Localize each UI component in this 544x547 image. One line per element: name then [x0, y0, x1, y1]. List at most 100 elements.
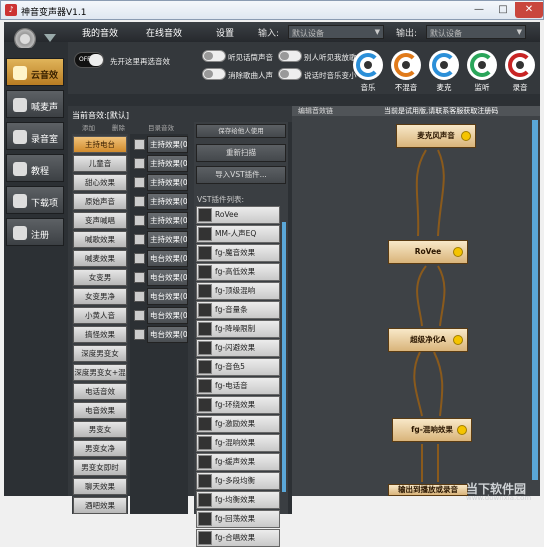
vst-plugin-item[interactable]: MM-人声EQ	[196, 225, 280, 243]
my-effect-row[interactable]: 主持效果(05)	[132, 212, 188, 229]
my-effect-row[interactable]: 电台效果(05)	[132, 326, 188, 343]
preset-item[interactable]: 深度男变女+混响	[73, 364, 127, 392]
my-effect-row[interactable]: 电台效果(03)	[132, 288, 188, 305]
canvas-scrollbar[interactable]	[532, 120, 538, 480]
dropdown-arrow-icon[interactable]	[44, 34, 56, 42]
preset-item[interactable]: 主持电台	[73, 136, 127, 153]
master-toggle[interactable]: OFF	[74, 52, 104, 68]
preset-item[interactable]: 深度男变女	[73, 345, 127, 362]
music-dial[interactable]: 音乐	[350, 50, 386, 93]
preset-item[interactable]: 男变女	[73, 421, 127, 438]
preset-item[interactable]: 女变男	[73, 269, 127, 286]
preset-item[interactable]: 电音效果	[73, 402, 127, 419]
menu-online-effects[interactable]: 在线音效	[146, 26, 182, 39]
preset-item[interactable]: 电话音效	[73, 383, 127, 400]
vst-plugin-item[interactable]: fg-合唱效果	[196, 529, 280, 547]
vst-plugin-item[interactable]: fg-回荡效果	[196, 510, 280, 528]
my-effect-row[interactable]: 电台效果(04)	[132, 307, 188, 324]
checkbox[interactable]	[134, 234, 145, 245]
import-vst-button[interactable]: 导入VST插件...	[196, 166, 286, 184]
my-effect-row[interactable]: 电台效果(02)	[132, 269, 188, 286]
chain-node-purify[interactable]: 超级净化A	[388, 328, 468, 352]
preset-item[interactable]: 甜心效果	[73, 174, 127, 191]
vst-plugin-item[interactable]: RoVee	[196, 206, 280, 224]
sidebar-item-cloud-effects[interactable]: 云音效	[6, 58, 64, 86]
checkbox[interactable]	[134, 310, 145, 321]
input-device-select[interactable]: 默认设备 ▼	[288, 25, 384, 39]
node-toggle-icon[interactable]	[453, 247, 463, 257]
checkbox[interactable]	[134, 139, 145, 150]
node-toggle-icon[interactable]	[461, 131, 471, 141]
maximize-button[interactable]: □	[491, 2, 515, 18]
sidebar-item-downloads[interactable]: 下载项	[6, 186, 64, 214]
vst-plugin-item[interactable]: fg-音量条	[196, 301, 280, 319]
vst-plugin-item[interactable]: fg-魔音效果	[196, 244, 280, 262]
chain-node-output[interactable]: 输出到播放或录音	[388, 484, 468, 496]
sidebar-item-recording-studio[interactable]: 录音室	[6, 122, 64, 150]
preset-item[interactable]: 男变女即时	[73, 459, 127, 476]
my-effect-row[interactable]: 主持效果(01)	[132, 136, 188, 153]
no-mix-dial[interactable]: 不混音	[388, 50, 424, 93]
preset-item[interactable]: 搞怪效果	[73, 326, 127, 343]
others-hear-toggle[interactable]	[278, 50, 302, 62]
vst-scrollbar[interactable]	[282, 222, 286, 492]
preset-item[interactable]: 小黄人音	[73, 307, 127, 324]
mic-dial[interactable]: 麦克	[426, 50, 462, 93]
preset-item[interactable]: 原始声音	[73, 193, 127, 210]
chain-node-rovee[interactable]: RoVee	[388, 240, 468, 264]
my-effect-row[interactable]: 主持效果(03)	[132, 174, 188, 191]
remove-column-header[interactable]: 删除	[112, 122, 125, 132]
vst-plugin-item[interactable]: fg-混响效果	[196, 434, 280, 452]
preset-item[interactable]: 儿童音	[73, 155, 127, 172]
preset-item[interactable]: 喊歌效果	[73, 231, 127, 248]
preset-item[interactable]: 聊天效果	[73, 478, 127, 495]
vst-plugin-item[interactable]: fg-音色5	[196, 358, 280, 376]
my-effect-row[interactable]: 主持效果(06)	[132, 231, 188, 248]
checkbox[interactable]	[134, 253, 145, 264]
vst-plugin-item[interactable]: fg-均衡效果	[196, 491, 280, 509]
minimize-button[interactable]: —	[467, 2, 491, 18]
monitor-dial[interactable]: 监听	[464, 50, 500, 93]
node-toggle-icon[interactable]	[453, 335, 463, 345]
listen-self-toggle[interactable]	[202, 50, 226, 62]
preset-item[interactable]: 男变女净	[73, 440, 127, 457]
close-button[interactable]: ✕	[515, 2, 543, 18]
vst-plugin-item[interactable]: fg-闪避效果	[196, 339, 280, 357]
record-dial[interactable]: 录音	[502, 50, 538, 93]
vst-plugin-item[interactable]: fg-降噪限制	[196, 320, 280, 338]
save-share-button[interactable]: 保存给他人使用	[196, 124, 286, 138]
output-device-select[interactable]: 默认设备 ▼	[426, 25, 526, 39]
vst-plugin-item[interactable]: fg-高低效果	[196, 263, 280, 281]
menu-settings[interactable]: 设置	[216, 26, 234, 39]
vst-plugin-item[interactable]: fg-多段均衡	[196, 472, 280, 490]
preset-item[interactable]: 喊麦效果	[73, 250, 127, 267]
preset-item[interactable]: 女变男净	[73, 288, 127, 305]
chain-node-mic-input[interactable]: 麦克风声音	[396, 124, 476, 148]
sidebar-item-shout-voice[interactable]: 喊麦声	[6, 90, 64, 118]
my-effect-row[interactable]: 电台效果(01)	[132, 250, 188, 267]
vst-plugin-item[interactable]: fg-缓声效果	[196, 453, 280, 471]
vst-plugin-item[interactable]: fg-环绕效果	[196, 396, 280, 414]
vst-plugin-item[interactable]: fg-顶级混响	[196, 282, 280, 300]
menu-my-effects[interactable]: 我的音效	[82, 26, 118, 39]
rescan-button[interactable]: 重新扫描	[196, 144, 286, 162]
chain-node-reverb[interactable]: fg-混响效果	[392, 418, 472, 442]
checkbox[interactable]	[134, 196, 145, 207]
node-toggle-icon[interactable]	[457, 425, 467, 435]
preset-item[interactable]: 变声喊唱	[73, 212, 127, 229]
sidebar-item-tutorial[interactable]: 教程	[6, 154, 64, 182]
gear-icon[interactable]	[14, 28, 36, 50]
eliminate-vocals-toggle[interactable]	[202, 68, 226, 80]
vst-plugin-item[interactable]: fg-激励效果	[196, 415, 280, 433]
checkbox[interactable]	[134, 177, 145, 188]
checkbox[interactable]	[134, 329, 145, 340]
checkbox[interactable]	[134, 272, 145, 283]
music-lower-toggle[interactable]	[278, 68, 302, 80]
checkbox[interactable]	[134, 291, 145, 302]
my-effect-row[interactable]: 主持效果(02)	[132, 155, 188, 172]
checkbox[interactable]	[134, 158, 145, 169]
vst-plugin-item[interactable]: fg-电话音	[196, 377, 280, 395]
add-column-header[interactable]: 添加	[82, 122, 95, 132]
sidebar-item-register[interactable]: 注册	[6, 218, 64, 246]
my-effect-row[interactable]: 主持效果(04)	[132, 193, 188, 210]
